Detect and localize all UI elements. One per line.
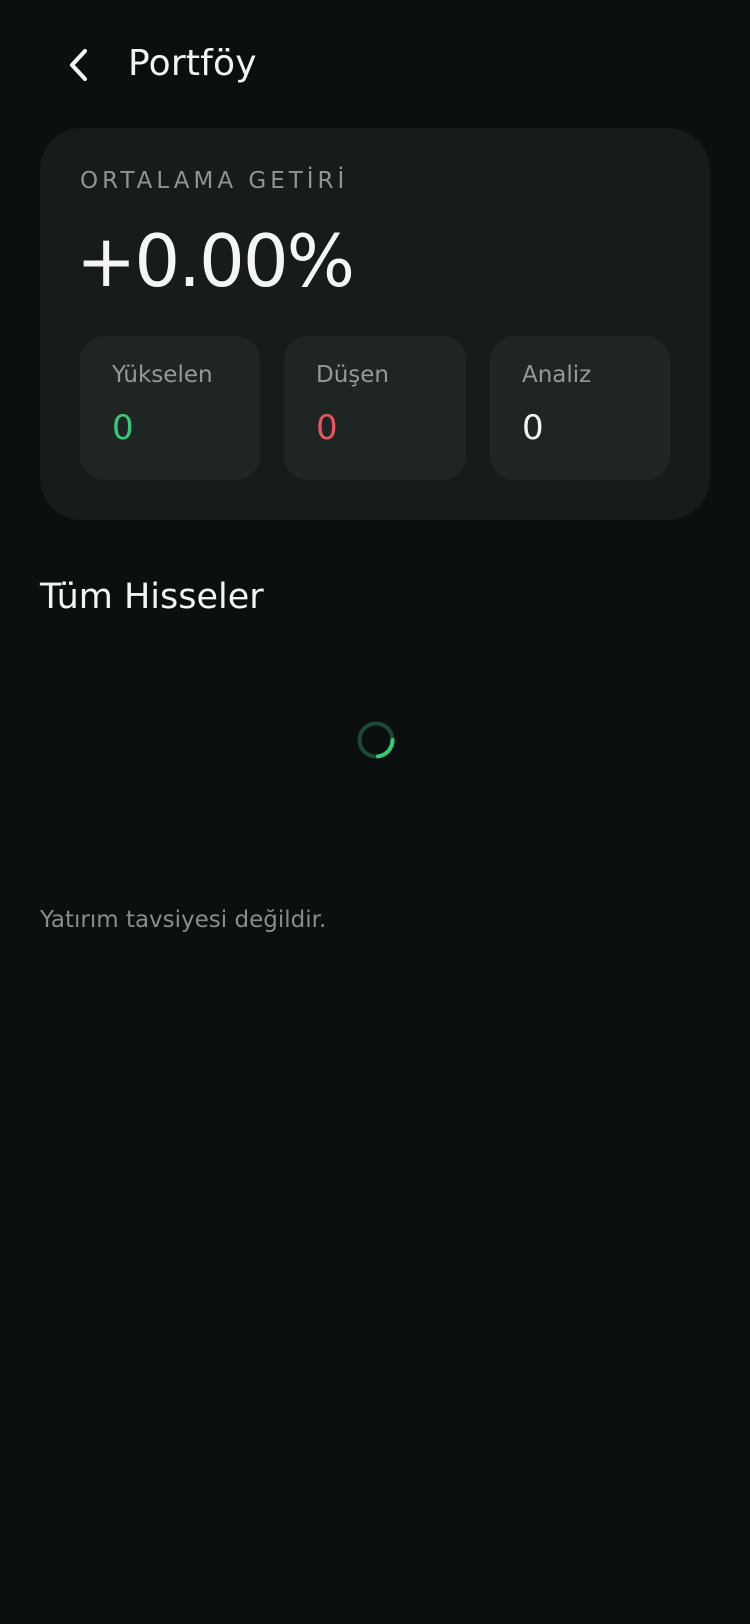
- page-title: Portföy: [128, 43, 257, 84]
- rising-stat-value: 0: [112, 408, 134, 448]
- falling-stat-label: Düşen: [316, 362, 389, 388]
- average-return-card: ORTALAMA GETİRİ +0.00% Yükselen 0 Düşen …: [40, 128, 710, 520]
- rising-stat-label: Yükselen: [112, 362, 213, 388]
- investment-disclaimer: Yatırım tavsiyesi değildir.: [40, 907, 327, 933]
- top-bar: Portföy: [0, 0, 750, 130]
- rising-stat-card: Yükselen 0: [80, 336, 260, 480]
- back-button[interactable]: [56, 36, 104, 92]
- all-stocks-title: Tüm Hisseler: [40, 577, 264, 617]
- falling-stat-card: Düşen 0: [284, 336, 466, 480]
- analysis-stat-label: Analiz: [522, 362, 592, 388]
- falling-stat-value: 0: [316, 408, 338, 448]
- portfolio-screen: Portföy ORTALAMA GETİRİ +0.00% Yükselen …: [0, 0, 750, 1624]
- analysis-stat-value: 0: [522, 408, 544, 448]
- average-return-label: ORTALAMA GETİRİ: [80, 168, 349, 194]
- average-return-value: +0.00%: [76, 219, 355, 303]
- loading-spinner-icon: [357, 721, 395, 759]
- chevron-left-icon: [69, 48, 88, 82]
- analysis-stat-card: Analiz 0: [490, 336, 670, 480]
